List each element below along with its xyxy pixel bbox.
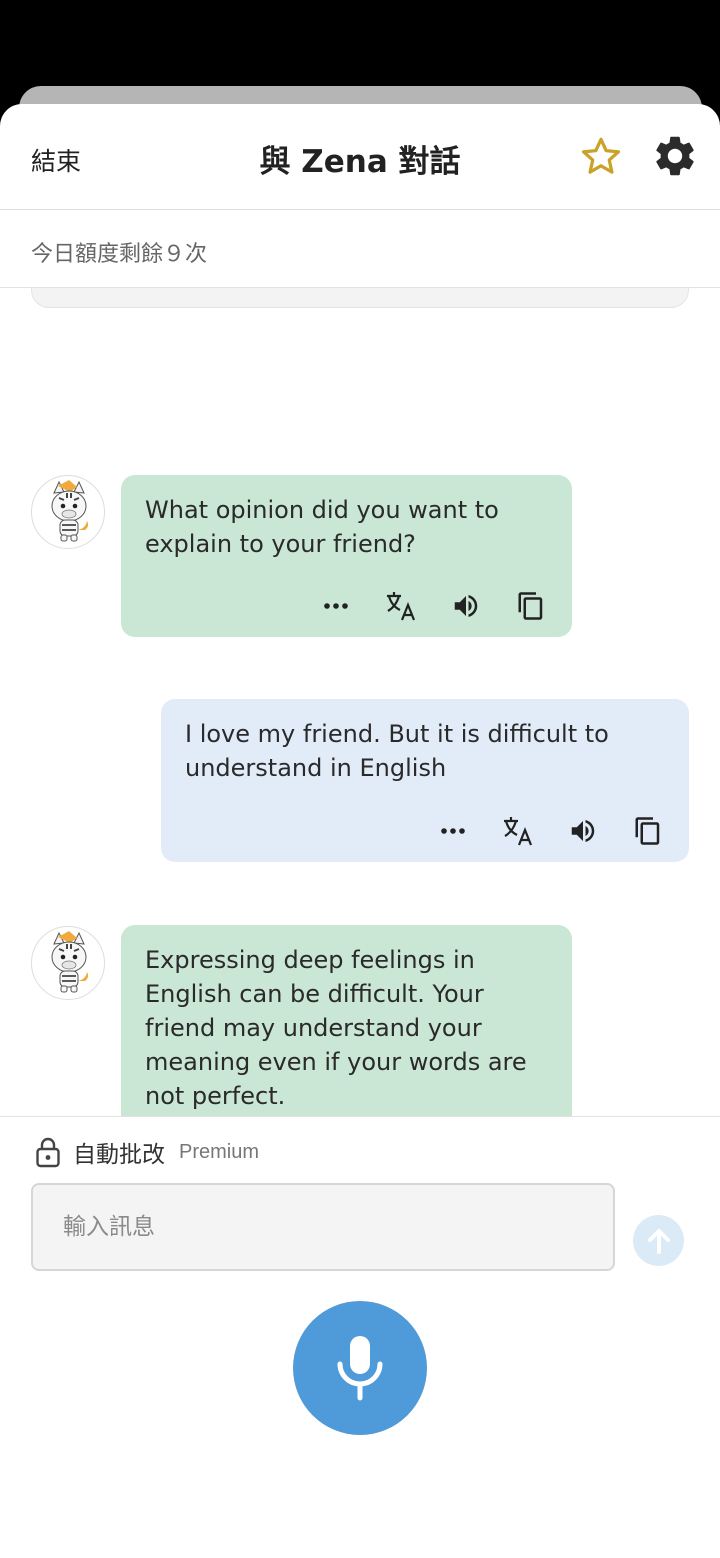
chat-header: 結束 與 Zena 對話 bbox=[0, 104, 720, 210]
message-text: I love my friend. But it is difficult to… bbox=[185, 720, 609, 782]
auto-correct-label: 自動批改 bbox=[73, 1142, 165, 1168]
speak-button[interactable] bbox=[566, 814, 600, 848]
microphone-button[interactable] bbox=[293, 1301, 427, 1435]
star-outline-icon bbox=[581, 137, 621, 174]
settings-button[interactable] bbox=[651, 132, 699, 180]
copy-button[interactable] bbox=[514, 589, 548, 623]
message-input[interactable] bbox=[31, 1183, 615, 1271]
copy-button[interactable] bbox=[631, 814, 665, 848]
zebra-mascot-icon bbox=[51, 480, 89, 542]
favorite-button[interactable] bbox=[578, 134, 624, 180]
gear-icon bbox=[656, 136, 694, 176]
message-bubble-assistant: What opinion did you want to explain to … bbox=[121, 475, 572, 637]
message-list[interactable]: What opinion did you want to explain to … bbox=[0, 288, 720, 1116]
assistant-avatar bbox=[31, 926, 105, 1000]
message-bubble-user: I love my friend. But it is difficult to… bbox=[161, 699, 689, 862]
quota-text: 今日額度剩餘９次 bbox=[31, 242, 208, 267]
more-dots-icon bbox=[441, 828, 465, 834]
message-actions bbox=[436, 814, 665, 848]
auto-correct-toggle[interactable]: 自動批改 Premium bbox=[35, 1135, 259, 1169]
premium-badge: Premium bbox=[179, 1140, 260, 1163]
speak-button[interactable] bbox=[449, 589, 483, 623]
quota-bar: 今日額度剩餘９次 bbox=[0, 210, 720, 288]
copy-icon bbox=[635, 817, 660, 845]
arrow-up-icon bbox=[647, 1228, 670, 1254]
more-dots-icon bbox=[324, 603, 348, 609]
translate-button[interactable] bbox=[501, 814, 535, 848]
assistant-avatar bbox=[31, 475, 105, 549]
composer-area: 自動批改 Premium bbox=[0, 1116, 720, 1558]
copy-icon bbox=[518, 592, 543, 620]
message-text: What opinion did you want to explain to … bbox=[145, 496, 499, 558]
zebra-mascot-icon bbox=[51, 931, 89, 993]
more-button[interactable] bbox=[319, 589, 353, 623]
message-text: Expressing deep feelings in English can … bbox=[145, 946, 527, 1110]
send-button[interactable] bbox=[633, 1215, 684, 1266]
speaker-icon bbox=[571, 820, 595, 842]
chat-sheet: 結束 與 Zena 對話 今日額度剩餘９次 What opinion did y… bbox=[0, 104, 720, 1558]
message-bubble-assistant: Expressing deep feelings in English can … bbox=[121, 925, 572, 1116]
microphone-icon bbox=[337, 1336, 383, 1401]
translate-icon bbox=[387, 592, 416, 621]
translate-button[interactable] bbox=[384, 589, 418, 623]
speaker-icon bbox=[454, 595, 478, 617]
translate-icon bbox=[504, 817, 533, 846]
lock-icon bbox=[36, 1137, 60, 1168]
message-actions bbox=[319, 589, 548, 623]
more-button[interactable] bbox=[436, 814, 470, 848]
previous-message-bubble bbox=[31, 288, 689, 308]
